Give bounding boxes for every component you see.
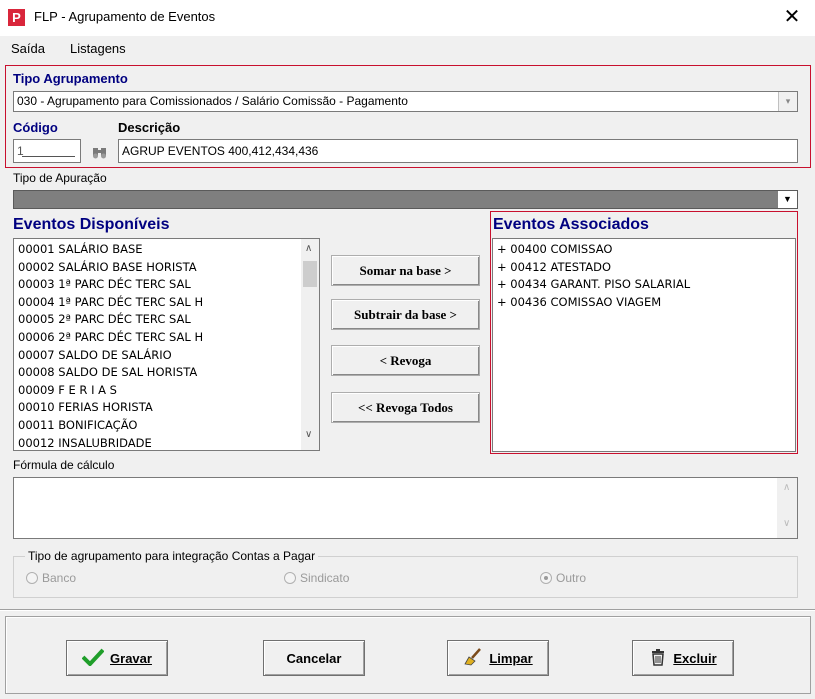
radio-sindicato-label: Sindicato [300,571,350,585]
codigo-underline [22,156,75,157]
list-item[interactable]: 00009 F E R I A S [14,382,299,400]
window-title: FLP - Agrupamento de Eventos [34,9,216,24]
list-item[interactable]: + 00436 COMISSAO VIAGEM [493,294,793,312]
app-icon: P [8,9,25,26]
limpar-button[interactable]: Limpar [447,640,549,676]
radio-outro[interactable] [540,572,552,584]
list-scrollbar[interactable]: ∧ ∨ [301,239,319,450]
subtrair-button[interactable]: Subtrair da base > [331,299,480,330]
list-item[interactable]: 00011 BONIFICAÇÃO [14,417,299,435]
binoculars-icon[interactable] [86,139,114,163]
list-item[interactable]: 00007 SALDO DE SALÁRIO [14,347,299,365]
list-item[interactable]: 00001 SALÁRIO BASE [14,241,299,259]
chevron-up-icon[interactable]: ∧ [305,243,312,254]
gravar-label: Gravar [110,650,152,666]
list-item[interactable]: 00010 FERIAS HORISTA [14,399,299,417]
excluir-button[interactable]: Excluir [632,640,734,676]
list-item[interactable]: 00005 2ª PARC DÉC TERC SAL [14,311,299,329]
radio-banco[interactable] [26,572,38,584]
codigo-label: Código [13,120,58,135]
divider [0,610,815,611]
descricao-label: Descrição [118,120,181,135]
eventos-disponiveis-title: Eventos Disponíveis [13,216,170,233]
tipo-agrupamento-value: 030 - Agrupamento para Comissionados / S… [17,94,408,108]
list-item[interactable]: 00008 SALDO DE SAL HORISTA [14,364,299,382]
broom-icon [463,647,483,669]
menu-saida[interactable]: Saída [11,41,45,56]
revoga-button[interactable]: < Revoga [331,345,480,376]
scrollbar-thumb[interactable] [303,261,317,287]
radio-sindicato[interactable] [284,572,296,584]
cancelar-label: Cancelar [286,650,342,666]
list-item[interactable]: + 00400 COMISSAO [493,241,793,259]
tipo-apuracao-label: Tipo de Apuração [13,171,107,185]
list-item[interactable]: + 00412 ATESTADO [493,259,793,277]
close-icon[interactable]: ✕ [770,2,814,34]
codigo-field[interactable]: 1 [13,139,81,163]
gravar-button[interactable]: Gravar [66,640,168,676]
formula-label: Fórmula de cálculo [13,458,115,472]
checkmark-icon [81,648,105,669]
radio-banco-label: Banco [42,571,77,585]
tipo-agrupamento-select[interactable]: 030 - Agrupamento para Comissionados / S… [13,91,798,112]
list-item[interactable]: 00006 2ª PARC DÉC TERC SAL H [14,329,299,347]
eventos-associados-list[interactable]: + 00400 COMISSAO + 00412 ATESTADO + 0043… [492,238,796,452]
eventos-associados-title: Eventos Associados [493,216,649,233]
descricao-value: AGRUP EVENTOS 400,412,434,436 [122,144,319,158]
chevron-up-icon[interactable]: ∧ [783,482,790,493]
menu-listagens[interactable]: Listagens [70,41,126,56]
list-item[interactable]: 00012 INSALUBRIDADE [14,435,299,450]
integracao-label: Tipo de agrupamento para integração Cont… [25,549,319,563]
revoga-todos-button[interactable]: << Revoga Todos [331,392,480,423]
radio-outro-label: Outro [556,571,587,585]
chevron-down-icon[interactable]: ∨ [305,429,312,440]
descricao-field[interactable]: AGRUP EVENTOS 400,412,434,436 [118,139,798,163]
eventos-disponiveis-list[interactable]: 00001 SALÁRIO BASE 00002 SALÁRIO BASE HO… [13,238,320,451]
chevron-down-icon[interactable]: ∨ [783,518,790,529]
chevron-down-icon[interactable]: ▾ [778,92,797,111]
excluir-label: Excluir [673,650,717,666]
tipo-apuracao-chevron-down-icon[interactable]: ▼ [778,191,797,208]
formula-scrollbar[interactable]: ∧ ∨ [777,478,797,538]
formula-textarea[interactable]: ∧ ∨ [13,477,798,539]
trash-icon [649,648,667,669]
somar-button[interactable]: Somar na base > [331,255,480,286]
cancelar-button[interactable]: Cancelar [263,640,365,676]
tipo-agrupamento-label: Tipo Agrupamento [13,71,128,86]
limpar-label: Limpar [489,650,533,666]
list-item[interactable]: 00004 1ª PARC DÉC TERC SAL H [14,294,299,312]
list-item[interactable]: 00002 SALÁRIO BASE HORISTA [14,259,299,277]
tipo-apuracao-select[interactable] [13,190,798,209]
list-item[interactable]: + 00434 GARANT. PISO SALARIAL [493,276,793,294]
list-item[interactable]: 00003 1ª PARC DÉC TERC SAL [14,276,299,294]
